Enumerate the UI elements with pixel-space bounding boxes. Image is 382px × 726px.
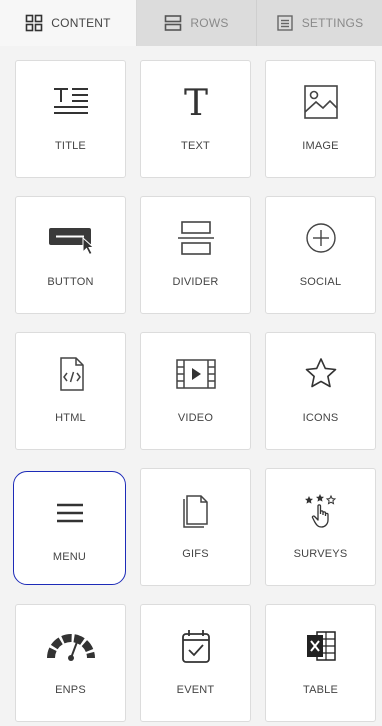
block-label: DIVIDER [172, 276, 219, 288]
block-video[interactable]: VIDEO [140, 332, 251, 450]
block-label: IMAGE [302, 140, 339, 152]
block-label: SOCIAL [299, 276, 342, 288]
block-button[interactable]: BUTTON [15, 196, 126, 314]
tab-settings[interactable]: SETTINGS [257, 0, 382, 46]
hamburger-menu-icon [14, 490, 125, 536]
block-label: VIDEO [177, 412, 214, 424]
block-label: TEXT [181, 140, 210, 152]
block-label: SURVEYS [293, 548, 348, 560]
tab-label: SETTINGS [301, 16, 364, 30]
html-code-icon [16, 351, 125, 397]
gauge-icon [16, 623, 125, 669]
block-divider[interactable]: DIVIDER [140, 196, 251, 314]
block-surveys[interactable]: SURVEYS [265, 468, 376, 586]
image-icon [266, 79, 375, 125]
button-icon [16, 215, 125, 261]
rows-icon [164, 14, 182, 32]
block-event[interactable]: EVENT [140, 604, 251, 722]
block-table[interactable]: TABLE [265, 604, 376, 722]
block-label: ICONS [302, 412, 339, 424]
star-icon [266, 351, 375, 397]
settings-icon [276, 14, 294, 32]
excel-table-icon [266, 623, 375, 669]
document-icon [141, 487, 250, 533]
stars-hand-icon [266, 487, 375, 533]
block-social[interactable]: SOCIAL [265, 196, 376, 314]
video-icon [141, 351, 250, 397]
block-label: GIFS [182, 548, 209, 560]
block-image[interactable]: IMAGE [265, 60, 376, 178]
block-label: EVENT [176, 684, 215, 696]
block-icons[interactable]: ICONS [265, 332, 376, 450]
grid-icon [25, 14, 43, 32]
divider-icon [141, 215, 250, 261]
block-enps[interactable]: ENPS [15, 604, 126, 722]
block-label: MENU [52, 551, 87, 563]
block-label: TABLE [302, 684, 339, 696]
content-panel: CONTENT ROWS SETTINGS TITLE T TEXT IMAGE… [0, 0, 382, 726]
calendar-check-icon [141, 623, 250, 669]
social-plus-icon [266, 215, 375, 261]
tab-bar: CONTENT ROWS SETTINGS [0, 0, 382, 46]
svg-text:T: T [183, 83, 207, 122]
block-label: TITLE [55, 140, 86, 152]
block-html[interactable]: HTML [15, 332, 126, 450]
title-icon [16, 79, 125, 125]
block-label: BUTTON [47, 276, 94, 288]
tab-content[interactable]: CONTENT [0, 0, 137, 46]
block-gifs[interactable]: GIFS [140, 468, 251, 586]
block-text[interactable]: T TEXT [140, 60, 251, 178]
block-menu[interactable]: MENU [13, 471, 126, 585]
tab-rows[interactable]: ROWS [137, 0, 257, 46]
tab-label: CONTENT [51, 16, 111, 30]
text-icon: T [141, 79, 250, 125]
block-label: HTML [55, 412, 86, 424]
block-title[interactable]: TITLE [15, 60, 126, 178]
block-label: ENPS [55, 684, 86, 696]
tab-label: ROWS [190, 16, 229, 30]
